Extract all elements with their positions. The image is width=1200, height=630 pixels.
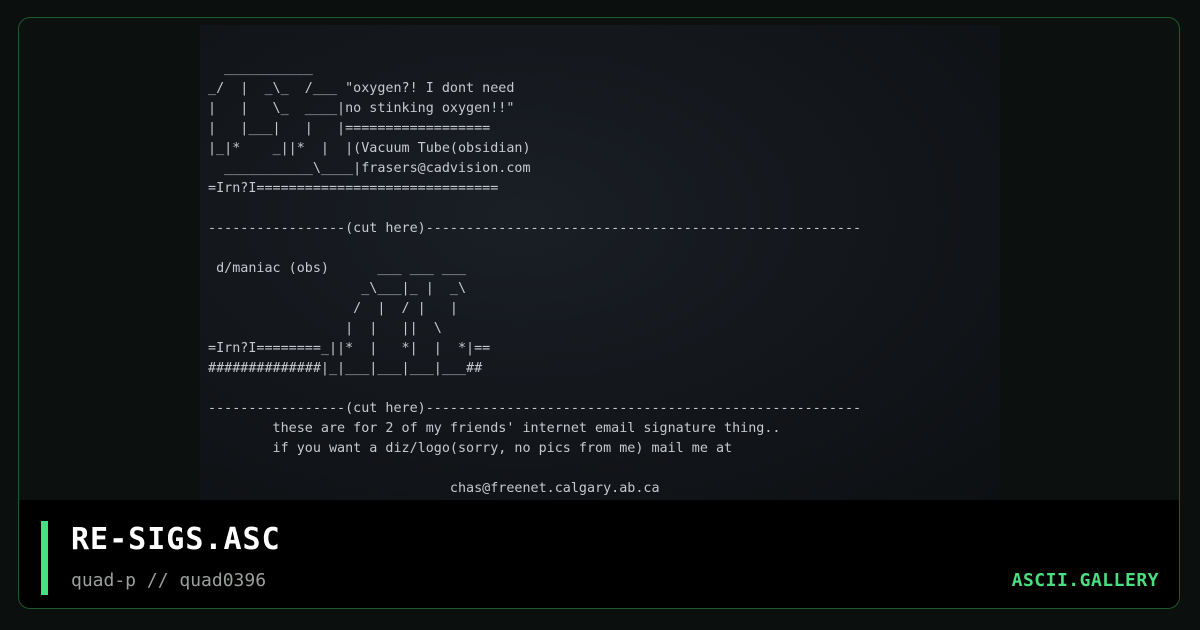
artwork-title: RE-SIGS.ASC [71,522,281,557]
ascii-art-preview: ___________ _/ | _\_ /___ "oxygen?! I do… [200,25,1000,501]
site-brand[interactable]: ASCII.GALLERY [1012,570,1159,591]
ascii-art-text: ___________ _/ | _\_ /___ "oxygen?! I do… [208,61,862,496]
accent-bar [41,521,48,595]
card-frame: ___________ _/ | _\_ /___ "oxygen?! I do… [18,17,1180,609]
card-footer: RE-SIGS.ASC quad-p // quad0396 ASCII.GAL… [19,500,1179,608]
artist-byline: quad-p // quad0396 [71,570,267,591]
